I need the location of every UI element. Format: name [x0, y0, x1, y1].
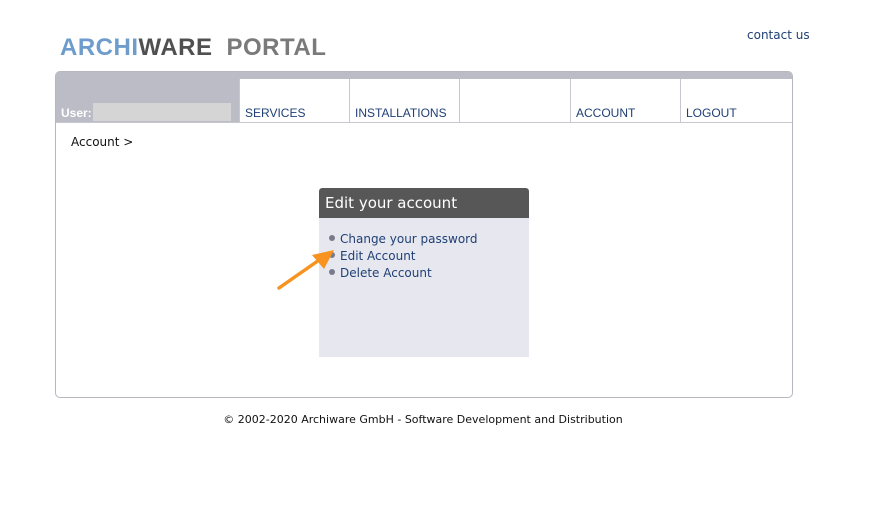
breadcrumb: Account >: [71, 135, 134, 149]
user-label: User:: [61, 106, 92, 120]
logo: ARCHIWARE PORTAL: [60, 34, 326, 62]
user-field[interactable]: [93, 103, 231, 121]
arrow-shaft: [277, 256, 324, 290]
tab-installations-label: INSTALLATIONS: [355, 106, 447, 120]
user-box: User:: [56, 72, 239, 122]
edit-account-box: Edit your account Change your password E…: [319, 188, 529, 357]
tab-logout[interactable]: LOGOUT: [680, 79, 792, 122]
delete-account-link[interactable]: Delete Account: [340, 266, 432, 280]
edit-account-link[interactable]: Edit Account: [340, 249, 416, 263]
main-panel: User: SERVICES INSTALLATIONS ACCOUNT LOG…: [55, 71, 793, 398]
tab-installations[interactable]: INSTALLATIONS: [349, 79, 459, 122]
contact-us-link[interactable]: contact us: [747, 28, 810, 42]
tab-services[interactable]: SERVICES: [239, 79, 349, 122]
nav-divider: [56, 122, 792, 123]
list-item: Change your password: [329, 228, 529, 246]
logo-ware-text: WARE: [138, 34, 213, 61]
tab-services-label: SERVICES: [245, 106, 306, 120]
arrow-head: [312, 250, 334, 269]
edit-account-title: Edit your account: [319, 188, 529, 218]
bullet-icon: [329, 235, 335, 241]
logo-portal-text: PORTAL: [226, 34, 327, 61]
list-item: Delete Account: [329, 262, 529, 280]
footer-copyright: © 2002-2020 Archiware GmbH - Software De…: [223, 413, 623, 426]
tab-account-label: ACCOUNT: [576, 106, 636, 120]
tab-empty[interactable]: [459, 79, 569, 122]
tab-logout-label: LOGOUT: [686, 106, 737, 120]
change-password-link[interactable]: Change your password: [340, 232, 478, 246]
edit-account-list: Change your password Edit Account Delete…: [319, 218, 529, 280]
annotation-arrow-icon: [277, 250, 334, 290]
logo-archi-text: ARCHI: [60, 34, 139, 61]
list-item: Edit Account: [329, 245, 529, 263]
tab-account[interactable]: ACCOUNT: [570, 79, 680, 122]
